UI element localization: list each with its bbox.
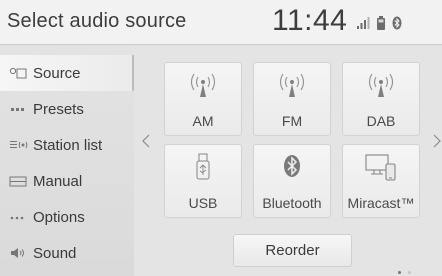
broadcast-antenna-icon: [279, 73, 305, 97]
chevron-left-icon: [142, 134, 150, 148]
sidebar-item-label: Presets: [33, 100, 84, 118]
source-label: Bluetooth: [262, 195, 322, 211]
page-title: Select audio source: [7, 10, 187, 32]
source-label: FM: [281, 113, 303, 129]
sidebar-item-sound[interactable]: Sound: [0, 235, 134, 271]
sidebar-item-label: Options: [33, 208, 85, 226]
source-tile-dab[interactable]: DAB: [342, 62, 420, 136]
sidebar: Source Presets Station list Manual Optio…: [0, 46, 134, 276]
battery-icon: [377, 16, 385, 30]
sidebar-item-manual[interactable]: Manual: [0, 163, 134, 199]
source-label: Miracast™: [347, 195, 415, 211]
source-icon: [9, 66, 31, 80]
clock: 11:44: [272, 4, 348, 37]
station-list-icon: [9, 138, 31, 152]
presets-icon: [9, 102, 31, 116]
sidebar-item-source[interactable]: Source: [0, 55, 134, 91]
options-icon: [9, 210, 31, 224]
sidebar-item-options[interactable]: Options: [0, 199, 134, 235]
chevron-right-icon: [433, 134, 441, 148]
broadcast-antenna-icon: [368, 73, 394, 97]
source-tile-fm[interactable]: FM: [253, 62, 331, 136]
source-tile-am[interactable]: AM: [164, 62, 242, 136]
source-label: USB: [188, 195, 218, 211]
reorder-button[interactable]: Reorder: [233, 234, 352, 267]
source-tile-usb[interactable]: USB: [164, 144, 242, 218]
page-dot: [408, 271, 411, 274]
speaker-icon: [9, 246, 31, 260]
page-dot-active: [398, 271, 401, 274]
broadcast-antenna-icon: [190, 73, 216, 97]
signal-bars-icon: [357, 17, 370, 29]
page-indicator: [398, 271, 438, 275]
next-page-arrow[interactable]: [431, 131, 442, 151]
source-label: DAB: [366, 113, 396, 129]
sidebar-item-label: Station list: [33, 136, 103, 154]
source-label: AM: [192, 113, 214, 129]
sidebar-item-presets[interactable]: Presets: [0, 91, 134, 127]
manual-icon: [9, 174, 31, 188]
usb-icon: [196, 153, 210, 180]
sidebar-item-label: Sound: [33, 244, 77, 262]
bluetooth-icon: [392, 16, 402, 30]
bluetooth-icon: [284, 155, 300, 177]
prev-page-arrow[interactable]: [140, 131, 152, 151]
sidebar-item-station-list[interactable]: Station list: [0, 127, 134, 163]
source-tile-bluetooth[interactable]: Bluetooth: [253, 144, 331, 218]
source-tile-miracast[interactable]: Miracast™: [342, 144, 420, 218]
header-bar: Select audio source 11:44: [0, 0, 442, 45]
sidebar-item-label: Manual: [33, 172, 83, 190]
miracast-icon: [365, 154, 396, 181]
sidebar-item-label: Source: [33, 64, 81, 82]
